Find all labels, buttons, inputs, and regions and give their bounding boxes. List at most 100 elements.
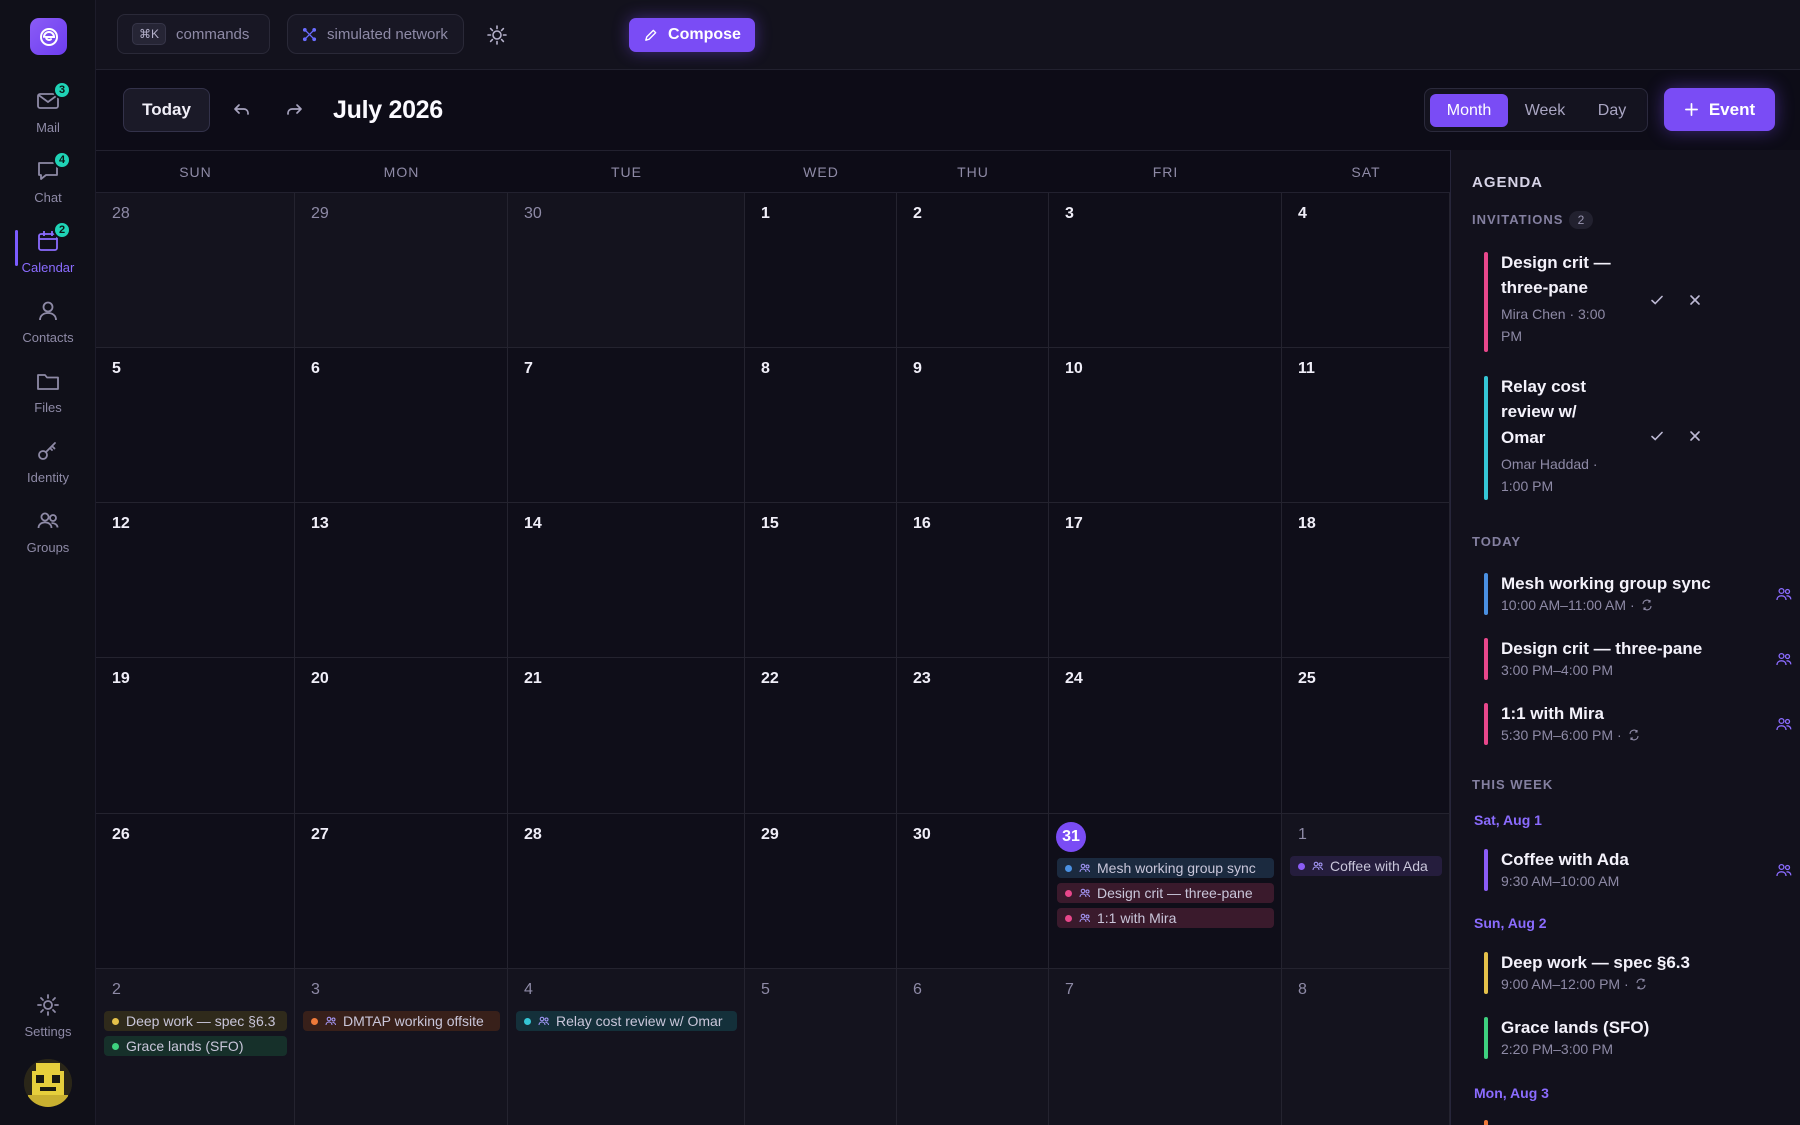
day-cell[interactable]: 29 <box>295 193 508 348</box>
day-cell[interactable]: 7 <box>508 348 745 503</box>
date-number: 2 <box>913 205 922 222</box>
day-cell[interactable]: 30 <box>508 193 745 348</box>
group-icon <box>1312 861 1330 871</box>
nav-groups[interactable]: Groups <box>0 506 96 568</box>
day-cell[interactable]: 4 Relay cost review w/ Omar <box>508 969 745 1125</box>
date-number: 13 <box>311 515 329 532</box>
compose-button[interactable]: Compose <box>629 18 755 52</box>
day-cell[interactable]: 10 <box>1049 348 1282 503</box>
view-day-tab[interactable]: Day <box>1582 94 1642 127</box>
nav-files[interactable]: Files <box>0 366 96 428</box>
new-event-button[interactable]: Event <box>1664 88 1775 131</box>
day-cell[interactable]: 20 <box>295 658 508 814</box>
event-chip[interactable]: Design crit — three-pane <box>1057 883 1274 903</box>
decline-icon[interactable] <box>1686 291 1704 309</box>
nav-chat[interactable]: 4 Chat <box>0 151 96 218</box>
invitation-item[interactable]: Relay cost review w/ Omar Omar Haddad · … <box>1484 374 1784 502</box>
prev-month-button[interactable] <box>230 98 254 122</box>
day-cell[interactable]: 30 <box>897 814 1049 969</box>
agenda-event-title: Deep work — spec §6.3 <box>1501 953 1690 972</box>
decline-icon[interactable] <box>1686 427 1704 445</box>
next-month-button[interactable] <box>282 98 306 122</box>
day-cell[interactable]: 6 <box>295 348 508 503</box>
event-chip[interactable]: Deep work — spec §6.3 <box>104 1011 287 1031</box>
day-cell[interactable]: 14 <box>508 503 745 658</box>
user-avatar[interactable] <box>24 1059 72 1107</box>
day-cell[interactable]: 9 <box>897 348 1049 503</box>
day-cell[interactable]: 15 <box>745 503 897 658</box>
nav-contacts[interactable]: Contacts <box>0 296 96 358</box>
date-number: 16 <box>913 515 931 532</box>
nav-settings[interactable]: Settings <box>0 990 96 1052</box>
day-cell[interactable]: 25 <box>1282 658 1450 814</box>
view-week-tab[interactable]: Week <box>1512 94 1578 127</box>
day-cell[interactable]: 19 <box>96 658 295 814</box>
today-button[interactable]: Today <box>123 88 210 132</box>
nav-files-label: Files <box>34 400 62 415</box>
view-month-tab[interactable]: Month <box>1430 94 1508 127</box>
day-cell[interactable]: 4 <box>1282 193 1450 348</box>
date-number: 17 <box>1065 515 1083 532</box>
agenda-event[interactable]: Coffee with Ada 9:30 AM–10:00 AM <box>1484 847 1792 893</box>
day-cell[interactable]: 7 <box>1049 969 1282 1125</box>
agenda-event[interactable]: 1:1 with Mira 5:30 PM–6:00 PM · <box>1484 701 1792 747</box>
event-chip-title: Coffee with Ada <box>1330 858 1428 874</box>
day-cell[interactable]: 22 <box>745 658 897 814</box>
day-cell[interactable]: 28 <box>508 814 745 969</box>
day-cell[interactable]: 23 <box>897 658 1049 814</box>
event-chip[interactable]: Grace lands (SFO) <box>104 1036 287 1056</box>
day-cell[interactable]: 29 <box>745 814 897 969</box>
day-cell[interactable]: 11 <box>1282 348 1450 503</box>
day-cell[interactable]: 5 <box>96 348 295 503</box>
nav-mail[interactable]: 3 Mail <box>0 81 96 148</box>
accept-icon[interactable] <box>1648 291 1666 309</box>
day-cell[interactable]: 31 Mesh working group sync Design crit — t… <box>1049 814 1282 969</box>
event-chip[interactable]: 1:1 with Mira <box>1057 908 1274 928</box>
command-palette-button[interactable]: ⌘K commands <box>117 14 270 54</box>
date-number: 11 <box>1298 360 1315 377</box>
app-logo[interactable] <box>30 18 67 55</box>
invitation-item[interactable]: Design crit — three-pane Mira Chen · 3:0… <box>1484 250 1784 360</box>
agenda-event[interactable]: Grace lands (SFO) 2:20 PM–3:00 PM <box>1484 1015 1784 1061</box>
agenda-event[interactable]: Design crit — three-pane 3:00 PM–4:00 PM <box>1484 636 1792 682</box>
day-cell[interactable]: 3 <box>1049 193 1282 348</box>
network-status-button[interactable]: simulated network <box>287 14 464 54</box>
weekday-header: SUN MON TUE WED THU FRI SAT <box>96 151 1450 193</box>
day-cell[interactable]: 13 <box>295 503 508 658</box>
day-cell[interactable]: 2 Deep work — spec §6.3 Grace lands (SFO) <box>96 969 295 1125</box>
day-cell[interactable]: 8 <box>745 348 897 503</box>
day-cell[interactable]: 28 <box>96 193 295 348</box>
nav-identity-label: Identity <box>27 470 69 485</box>
day-cell[interactable]: 8 <box>1282 969 1450 1125</box>
nav-calendar[interactable]: 2 Calendar <box>0 221 96 288</box>
day-cell[interactable]: 27 <box>295 814 508 969</box>
nav-identity[interactable]: Identity <box>0 436 96 498</box>
day-cell[interactable]: 18 <box>1282 503 1450 658</box>
day-cell[interactable]: 1 Coffee with Ada <box>1282 814 1450 969</box>
day-cell[interactable]: 5 <box>745 969 897 1125</box>
invitation-meta: Mira Chen · 3:00 <box>1501 306 1606 322</box>
day-cell[interactable]: 6 <box>897 969 1049 1125</box>
day-cell[interactable]: 21 <box>508 658 745 814</box>
day-cell[interactable]: 1 <box>745 193 897 348</box>
agenda-event[interactable] <box>1484 1118 1784 1125</box>
theme-toggle[interactable] <box>486 24 508 46</box>
agenda-event[interactable]: Mesh working group sync 10:00 AM–11:00 AM… <box>1484 571 1792 617</box>
day-cell[interactable]: 17 <box>1049 503 1282 658</box>
event-chip[interactable]: Relay cost review w/ Omar <box>516 1011 737 1031</box>
day-cell[interactable]: 26 <box>96 814 295 969</box>
mail-icon: 3 <box>35 81 71 114</box>
event-chip[interactable]: Mesh working group sync <box>1057 858 1274 878</box>
event-dot <box>524 1017 531 1025</box>
accept-icon[interactable] <box>1648 427 1666 445</box>
nav-groups-label: Groups <box>26 540 70 555</box>
day-cell[interactable]: 2 <box>897 193 1049 348</box>
day-cell[interactable]: 12 <box>96 503 295 658</box>
day-cell[interactable]: 24 <box>1049 658 1282 814</box>
date-number: 14 <box>524 515 542 532</box>
event-chip[interactable]: DMTAP working offsite <box>303 1011 500 1031</box>
agenda-event[interactable]: Deep work — spec §6.3 9:00 AM–12:00 PM · <box>1484 950 1784 996</box>
event-chip[interactable]: Coffee with Ada <box>1290 856 1442 876</box>
day-cell[interactable]: 3 DMTAP working offsite <box>295 969 508 1125</box>
day-cell[interactable]: 16 <box>897 503 1049 658</box>
